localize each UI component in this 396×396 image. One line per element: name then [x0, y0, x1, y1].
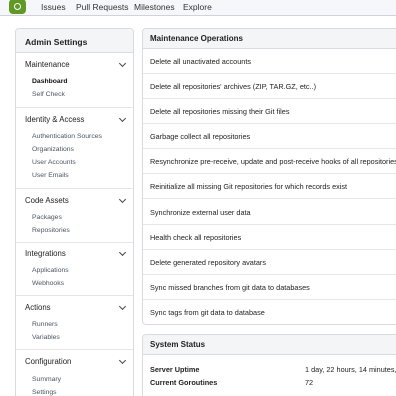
operation-row[interactable]: Health check all repositories [143, 225, 396, 250]
status-key: Server Uptime [150, 365, 200, 374]
operation-row[interactable]: Synchronize external user data [143, 200, 396, 225]
chevron-down-icon[interactable] [118, 114, 127, 123]
maintenance-operations-title: Maintenance Operations [143, 29, 396, 49]
operation-row[interactable]: Sync tags from git data to database [143, 300, 396, 324]
sidebar-group-actions: Actions Runners Variables [16, 296, 133, 348]
nav-milestones[interactable]: Milestones [134, 2, 175, 12]
operation-row[interactable]: Sync missed branches from git data to da… [143, 275, 396, 300]
operation-row[interactable]: Delete generated repository avatars [143, 250, 396, 275]
operation-row[interactable]: Resynchronize pre-receive, update and po… [143, 149, 396, 174]
sidebar-item-self-check[interactable]: Self Check [32, 91, 65, 98]
sidebar-group-title-integrations[interactable]: Integrations [25, 249, 66, 258]
sidebar-group-configuration: Configuration Summary Settings [16, 350, 133, 396]
system-status-title: System Status [143, 335, 396, 355]
sidebar-item-dashboard[interactable]: Dashboard [32, 78, 68, 85]
sidebar-item-runners[interactable]: Runners [32, 321, 58, 328]
sidebar-group-title-maintenance[interactable]: Maintenance [25, 60, 70, 69]
chevron-down-icon[interactable] [118, 302, 127, 311]
operation-label: Health check all repositories [150, 233, 242, 242]
chevron-down-icon[interactable] [118, 356, 127, 365]
operation-label: Delete all repositories missing their Gi… [150, 107, 290, 116]
operation-label: Garbage collect all repositories [150, 132, 251, 141]
status-value: 1 day, 22 hours, 14 minutes, 1 [305, 365, 396, 374]
sidebar-item-variables[interactable]: Variables [32, 334, 60, 341]
status-key: Current Goroutines [150, 378, 218, 387]
system-status-panel: System Status Server Uptime 1 day, 22 ho… [142, 334, 396, 396]
sidebar-item-settings[interactable]: Settings [32, 389, 57, 396]
gitea-logo-icon[interactable] [9, 0, 26, 14]
top-navbar: Issues Pull Requests Milestones Explore [0, 0, 396, 16]
status-row-goroutines: Current Goroutines 72 [150, 378, 313, 387]
sidebar-group-title-code-assets[interactable]: Code Assets [25, 196, 69, 205]
sidebar-group-title-configuration[interactable]: Configuration [25, 357, 71, 366]
sidebar-title: Admin Settings [16, 29, 133, 53]
nav-issues[interactable]: Issues [41, 2, 66, 12]
operation-label: Delete all unactivated accounts [150, 57, 252, 66]
sidebar-group-title-identity[interactable]: Identity & Access [25, 115, 84, 124]
sidebar-item-applications[interactable]: Applications [32, 267, 69, 274]
sidebar-item-packages[interactable]: Packages [32, 214, 62, 221]
sidebar-item-summary[interactable]: Summary [32, 376, 61, 383]
chevron-down-icon[interactable] [118, 195, 127, 204]
operation-label: Resynchronize pre-receive, update and po… [150, 157, 396, 166]
nav-explore[interactable]: Explore [183, 2, 212, 12]
admin-sidebar: Admin Settings Maintenance Dashboard Sel… [15, 28, 134, 396]
sidebar-item-user-accounts[interactable]: User Accounts [32, 159, 76, 166]
operation-row[interactable]: Delete all repositories' archives (ZIP, … [143, 74, 396, 99]
operation-label: Sync tags from git data to database [150, 308, 265, 317]
status-row-uptime: Server Uptime 1 day, 22 hours, 14 minute… [150, 365, 396, 374]
chevron-down-icon[interactable] [118, 248, 127, 257]
sidebar-group-maintenance: Maintenance Dashboard Self Check [16, 53, 133, 105]
operation-row[interactable]: Delete all unactivated accounts [143, 49, 396, 74]
sidebar-group-code-assets: Code Assets Packages Repositories [16, 189, 133, 241]
operation-label: Delete all repositories' archives (ZIP, … [150, 82, 317, 91]
operation-label: Sync missed branches from git data to da… [150, 283, 310, 292]
sidebar-group-title-actions[interactable]: Actions [25, 303, 51, 312]
sidebar-group-integrations: Integrations Applications Webhooks [16, 243, 133, 295]
sidebar-item-auth-sources[interactable]: Authentication Sources [32, 133, 102, 140]
operation-row[interactable]: Reinitialize all missing Git repositorie… [143, 174, 396, 199]
chevron-down-icon[interactable] [118, 59, 127, 68]
sidebar-item-user-emails[interactable]: User Emails [32, 172, 69, 179]
sidebar-item-repositories[interactable]: Repositories [32, 227, 70, 234]
operation-label: Reinitialize all missing Git repositorie… [150, 182, 348, 191]
sidebar-group-identity: Identity & Access Authentication Sources… [16, 108, 133, 186]
maintenance-operations-panel: Maintenance Operations Delete all unacti… [142, 28, 396, 325]
operation-label: Synchronize external user data [150, 208, 251, 217]
nav-pull-requests[interactable]: Pull Requests [76, 2, 128, 12]
sidebar-item-webhooks[interactable]: Webhooks [32, 280, 64, 287]
operation-row[interactable]: Delete all repositories missing their Gi… [143, 99, 396, 124]
operation-row[interactable]: Garbage collect all repositories [143, 124, 396, 149]
sidebar-item-organizations[interactable]: Organizations [32, 146, 74, 153]
status-value: 72 [305, 378, 314, 387]
operation-label: Delete generated repository avatars [150, 258, 267, 267]
